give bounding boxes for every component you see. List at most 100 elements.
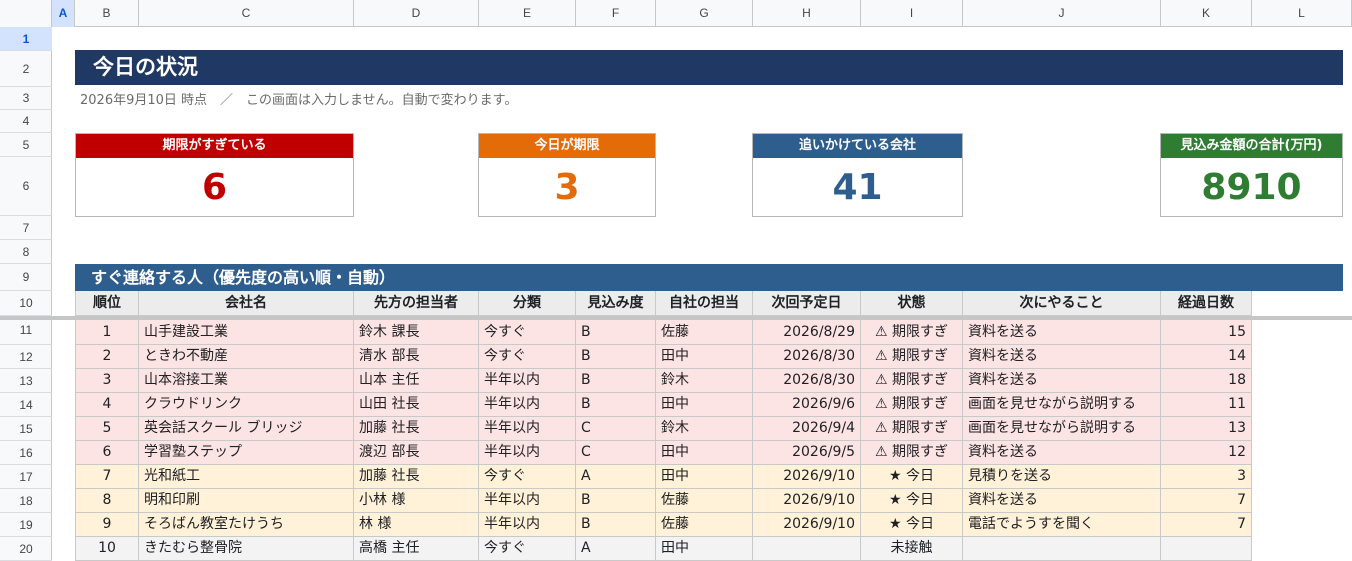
column-header-h[interactable]: H [753,0,861,27]
cell-days[interactable]: 13 [1161,417,1252,441]
row-header-8[interactable]: 8 [0,240,52,264]
cell-likelihood[interactable]: B [576,489,656,513]
cell-contact[interactable]: 清水 部長 [354,345,479,369]
column-header-a[interactable]: A [52,0,75,27]
cell-next-date[interactable]: 2026/9/4 [753,417,861,441]
cell-next-action[interactable]: 資料を送る [963,489,1161,513]
cell-company[interactable]: 山手建設工業 [139,320,354,345]
cell-contact[interactable]: 渡辺 部長 [354,441,479,465]
row-header-10[interactable]: 10 [0,291,52,316]
cell-status[interactable]: ★ 今日 [861,489,963,513]
cell-next-action[interactable]: 電話でようすを聞く [963,513,1161,537]
table-row[interactable]: 9 そろばん教室たけうち林 様半年以内 B 佐藤 2026/9/10 ★ 今日 電話でようす… [75,513,1252,537]
cell-next-action[interactable]: 見積りを送る [963,465,1161,489]
table-row[interactable]: 5 英会話スクール ブリッジ 加藤 社長 半年以内 C 鈴木 2026/9/4 ⚠ 期限すぎ画… [75,417,1252,441]
cell-company[interactable]: クラウドリンク [139,393,354,417]
cell-rank[interactable]: 2 [75,345,139,369]
cell-days[interactable] [1161,537,1252,561]
row-header-6[interactable]: 6 [0,157,52,216]
cell-category[interactable]: 半年以内 [479,513,576,537]
cell-contact[interactable]: 鈴木 課長 [354,320,479,345]
cell-likelihood[interactable]: B [576,393,656,417]
cell-category[interactable]: 半年以内 [479,489,576,513]
column-header-cell[interactable]: 順位 [75,291,139,316]
row-header-18[interactable]: 18 [0,489,52,513]
cell-likelihood[interactable]: A [576,537,656,561]
cell-company[interactable]: 英会話スクール ブリッジ [139,417,354,441]
cell-contact[interactable]: 山本 主任 [354,369,479,393]
row-header-20[interactable]: 20 [0,537,52,561]
cell-likelihood[interactable]: B [576,345,656,369]
column-header-j[interactable]: J [963,0,1161,27]
cell-status[interactable]: ⚠ 期限すぎ [861,369,963,393]
cell-company[interactable]: きたむら整骨院 [139,537,354,561]
row-header-19[interactable]: 19 [0,513,52,537]
cell-rank[interactable]: 3 [75,369,139,393]
row-header-12[interactable]: 12 [0,345,52,369]
cell-owner[interactable]: 鈴木 [656,369,753,393]
column-header-b[interactable]: B [75,0,139,27]
cell-next-date[interactable]: 2026/9/6 [753,393,861,417]
cell-owner[interactable]: 田中 [656,537,753,561]
cell-rank[interactable]: 1 [75,320,139,345]
table-row[interactable]: 6 学習塾ステップ 渡辺 部長 半年以内 C 田中 2026/9/5 ⚠ 期限すぎ 資料を送る 1… [75,441,1252,465]
cell-status[interactable]: ⚠ 期限すぎ [861,417,963,441]
cell-next-date[interactable]: 2026/9/10 [753,465,861,489]
cell-company[interactable]: ときわ不動産 [139,345,354,369]
column-header-cell[interactable]: 先方の担当者 [354,291,479,316]
row-header-4[interactable]: 4 [0,110,52,133]
cell-rank[interactable]: 5 [75,417,139,441]
cell-next-action[interactable]: 画面を見せながら説明する [963,393,1161,417]
row-header-14[interactable]: 14 [0,393,52,417]
cell-contact[interactable]: 林 様 [354,513,479,537]
column-header-d[interactable]: D [354,0,479,27]
cell-owner[interactable]: 鈴木 [656,417,753,441]
cell-days[interactable]: 3 [1161,465,1252,489]
row-header-15[interactable]: 15 [0,417,52,441]
cell-days[interactable]: 7 [1161,489,1252,513]
cell-company[interactable]: そろばん教室たけうち [139,513,354,537]
column-header-cell[interactable]: 状態 [861,291,963,316]
column-header-cell[interactable]: 次回予定日 [753,291,861,316]
cell-status[interactable]: ★ 今日 [861,513,963,537]
cell-status[interactable]: ⚠ 期限すぎ [861,393,963,417]
cell-category[interactable]: 今すぐ [479,537,576,561]
cell-contact[interactable]: 高橋 主任 [354,537,479,561]
cell-category[interactable]: 半年以内 [479,441,576,465]
cell-company[interactable]: 明和印刷 [139,489,354,513]
column-header-cell[interactable]: 自社の担当 [656,291,753,316]
cell-rank[interactable]: 10 [75,537,139,561]
cell-days[interactable]: 15 [1161,320,1252,345]
column-header-k[interactable]: K [1161,0,1252,27]
cell-category[interactable]: 今すぐ [479,320,576,345]
cell-company[interactable]: 学習塾ステップ [139,441,354,465]
cell-days[interactable]: 11 [1161,393,1252,417]
cell-rank[interactable]: 9 [75,513,139,537]
cell-days[interactable]: 7 [1161,513,1252,537]
row-header-5[interactable]: 5 [0,133,52,157]
cell-next-action[interactable] [963,537,1161,561]
cell-next-date[interactable]: 2026/8/29 [753,320,861,345]
cell-days[interactable]: 18 [1161,369,1252,393]
cell-category[interactable]: 今すぐ [479,345,576,369]
cell-company[interactable]: 光和紙工 [139,465,354,489]
cell-next-date[interactable]: 2026/8/30 [753,369,861,393]
cell-category[interactable]: 半年以内 [479,417,576,441]
column-header-cell[interactable]: 見込み度 [576,291,656,316]
cell-category[interactable]: 今すぐ [479,465,576,489]
column-header-e[interactable]: E [479,0,576,27]
cell-owner[interactable]: 田中 [656,465,753,489]
cell-next-action[interactable]: 資料を送る [963,345,1161,369]
row-header-11[interactable]: 11 [0,316,52,345]
cell-likelihood[interactable]: B [576,513,656,537]
table-row[interactable]: 2 ときわ不動産 清水 部長 今すぐ B 田中 2026/8/30 ⚠ 期限すぎ 資料を送る 14 [75,345,1252,369]
table-row[interactable]: 10 きたむら整骨院 高橋 主任 今すぐ A 田中 未接触 [75,537,1252,561]
cell-status[interactable]: 未接触 [861,537,963,561]
cell-owner[interactable]: 佐藤 [656,513,753,537]
table-row[interactable]: 1 山手建設工業 鈴木 課長 今すぐ B 佐藤 2026/8/29 ⚠ 期限すぎ 資料を送る 15 [75,320,1252,345]
column-header-l[interactable]: L [1252,0,1352,27]
cell-contact[interactable]: 加藤 社長 [354,465,479,489]
row-header-17[interactable]: 17 [0,465,52,489]
cell-likelihood[interactable]: C [576,441,656,465]
cell-next-action[interactable]: 画面を見せながら説明する [963,417,1161,441]
